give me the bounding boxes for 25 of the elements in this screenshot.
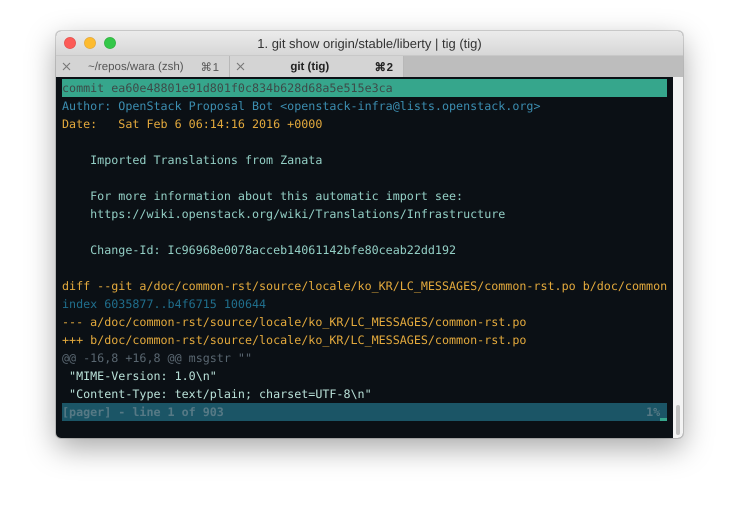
close-icon[interactable]	[62, 62, 71, 71]
new-file-line: +++ b/doc/common-rst/source/locale/ko_KR/LC_MESSAGES/common-rst.po	[62, 332, 528, 349]
date-line: Date: Sat Feb 6 06:14:16 2016 +0000	[62, 116, 324, 133]
message-line: Change-Id: Ic96968e0078acceb14061142bfe80ceab22dd192	[89, 242, 458, 259]
context-line: "MIME-Version: 1.0\n"	[68, 368, 218, 385]
zoom-window-icon[interactable]	[104, 37, 116, 49]
message-line: https://wiki.openstack.org/wiki/Translations/Infrastructure	[89, 206, 506, 223]
pager-status: [pager] - line 1 of 903	[62, 404, 224, 421]
minimize-window-icon[interactable]	[84, 37, 96, 49]
message-line: For more information about this automatic import see:	[89, 188, 464, 205]
close-window-icon[interactable]	[64, 37, 76, 49]
cursor-icon	[660, 418, 668, 421]
old-file-line: --- a/doc/common-rst/source/locale/ko_KR/LC_MESSAGES/common-rst.po	[62, 314, 528, 331]
hunk-header-line: @@ -16,8 +16,8 @@ msgstr ""	[62, 350, 253, 367]
diff-header-line: diff --git a/doc/common-rst/source/locale/ko_KR/LC_MESSAGES/common-rst.po b/doc/common	[62, 278, 668, 295]
message-line: Imported Translations from Zanata	[89, 152, 324, 169]
context-line: "Content-Type: text/plain; charset=UTF-8\n"	[68, 386, 373, 403]
scroll-thumb[interactable]	[676, 405, 680, 435]
terminal-tab[interactable]: git (tig) ⌘2	[230, 56, 404, 77]
terminal-tab[interactable]: ~/repos/wara (zsh) ⌘1	[56, 56, 230, 77]
author-line: Author: OpenStack Proposal Bot <openstack-infra@lists.openstack.org>	[62, 98, 542, 115]
close-icon[interactable]	[236, 62, 245, 71]
window-title: 1. git show origin/stable/liberty | tig (tig)	[257, 36, 482, 50]
scroll-percent: 1%	[646, 404, 660, 421]
index-line: index 6035877..b4f6715 100644	[62, 296, 268, 313]
